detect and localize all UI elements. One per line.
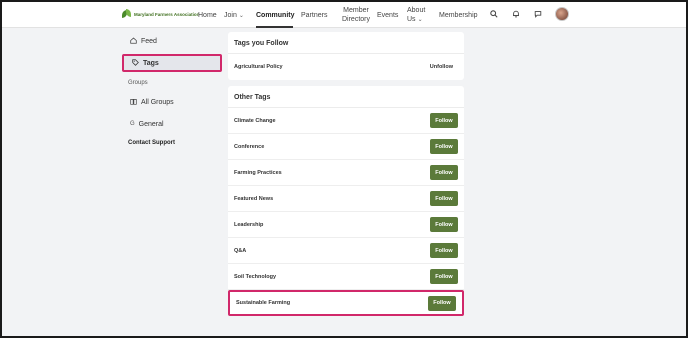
tag-row: Featured News Follow [228,186,464,212]
nav-events[interactable]: Events [377,2,407,28]
sidebar-item-general[interactable]: G General [122,115,222,133]
follow-button[interactable]: Follow [430,217,458,232]
unfollow-button[interactable]: Unfollow [424,59,458,75]
sidebar-item-all-groups[interactable]: All Groups [122,93,222,111]
chat-icon[interactable] [533,9,543,19]
brand-name: Maryland Farmers Association [134,11,200,17]
book-icon [130,98,137,107]
nav-about-us-line2: Us [407,15,416,23]
sidebar-item-feed-label: Feed [141,37,157,45]
bell-icon[interactable] [511,9,521,19]
follow-button[interactable]: Follow [430,113,458,128]
top-navigation-bar: Maryland Farmers Association Home Join ⌄ … [2,2,686,28]
nav-home-label: Home [198,11,217,19]
follow-button[interactable]: Follow [428,295,456,311]
tag-row: Q&A Follow [228,238,464,264]
nav-member-directory[interactable]: Member Directory [335,2,377,28]
nav-partners-label: Partners [301,11,328,19]
nav-events-label: Events [377,11,399,19]
followed-tags-card: Tags you Follow Agricultural Policy Unfo… [228,32,464,80]
user-avatar[interactable] [555,7,569,21]
other-tags-card: Other Tags Climate Change Follow Confere… [228,86,464,316]
tag-name: Featured News [234,195,274,202]
home-icon [130,37,137,46]
tag-name: Leadership [234,221,264,228]
chevron-down-icon: ⌄ [417,16,423,23]
tag-row-highlighted: Sustainable Farming Follow [228,290,464,316]
nav-membership[interactable]: Membership [439,2,485,28]
tag-name: Soil Technology [234,273,277,280]
followed-tags-title: Tags you Follow [228,32,464,54]
tag-name: Agricultural Policy [234,64,283,70]
tag-name: Conference [234,143,265,150]
tag-row: Soil Technology Follow [228,264,464,290]
sidebar-item-tags-label: Tags [143,59,159,67]
contact-support-link[interactable]: Contact Support [122,136,222,150]
brand-logo[interactable]: Maryland Farmers Association [122,9,199,19]
follow-button[interactable]: Follow [430,139,458,154]
nav-about-us-line1: About [407,6,426,14]
tag-row: Agricultural Policy Unfollow [228,54,464,80]
chevron-down-icon: ⌄ [238,12,244,19]
nav-home[interactable]: Home [198,2,224,28]
follow-button[interactable]: Follow [430,165,458,180]
tag-row: Farming Practices Follow [228,160,464,186]
tag-row: Climate Change Follow [228,108,464,134]
follow-button[interactable]: Follow [430,269,458,284]
nav-community-label: Community [256,11,295,19]
other-tags-title: Other Tags [228,86,464,108]
nav-community[interactable]: Community [256,2,295,28]
sidebar-item-feed[interactable]: Feed [122,32,222,50]
nav-about-us[interactable]: About Us ⌄ [407,2,439,28]
sidebar-item-all-groups-label: All Groups [141,98,174,106]
nav-join-label: Join [224,11,237,19]
nav-partners[interactable]: Partners [301,2,335,28]
app-frame: Maryland Farmers Association Home Join ⌄ … [0,0,688,338]
main-nav: Home Join ⌄ Community Partners Member Dir… [198,2,485,28]
sidebar-groups-heading: Groups [128,80,148,86]
top-icons [489,7,569,21]
group-initial-icon: G [130,121,135,127]
leaf-logo-icon [122,9,131,19]
tag-row: Conference Follow [228,134,464,160]
follow-button[interactable]: Follow [430,243,458,258]
nav-member-directory-line2: Directory [341,16,370,23]
tag-name: Q&A [234,247,247,254]
tag-name: Sustainable Farming [236,300,291,306]
search-icon[interactable] [489,9,499,19]
sidebar-item-tags[interactable]: Tags [122,54,222,72]
tag-name: Climate Change [234,117,276,124]
tag-name: Farming Practices [234,169,282,176]
sidebar-item-general-label: General [138,120,164,128]
tag-icon [132,58,139,68]
community-sidebar: Feed Tags Groups All Groups G General Co… [122,32,222,150]
nav-about-us-line2-row: Us ⌄ [407,15,423,25]
nav-member-directory-line1: Member [343,7,369,14]
nav-join[interactable]: Join ⌄ [224,2,256,28]
follow-button[interactable]: Follow [430,191,458,206]
nav-membership-label: Membership [439,11,478,19]
tag-row: Leadership Follow [228,212,464,238]
